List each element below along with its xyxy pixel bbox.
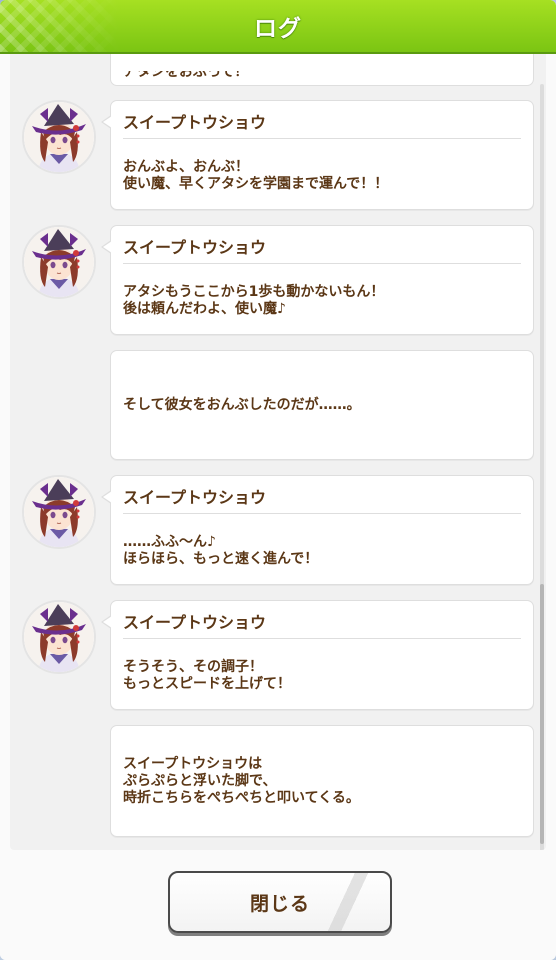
speech-bubble: スイープトウショウ おんぶよ、おんぶ！ 使い魔、早くアタシを学園まで運んで！！ (101, 100, 534, 210)
speaker-avatar (22, 475, 96, 549)
log-entry: スイープトウショウは ぷらぷらと浮いた脚で、 時折こちらをぺちぺちと叩いてくる。 (10, 717, 540, 839)
speaker-name: スイープトウショウ (123, 113, 267, 132)
speech-bubble: スイープトウショウ ……ふふ～ん♪ ほらほら、もっと速く進んで！ (101, 475, 534, 585)
character-portrait-icon (24, 602, 94, 672)
speaker-avatar (22, 225, 96, 299)
partial-log-entry: アタシをおぶって！ (110, 54, 534, 86)
log-list[interactable]: アタシをおぶって！ スイープトウショウ おんぶよ、おんぶ！ 使い魔、早くアタシを… (10, 54, 546, 850)
dialog-header: ログ (0, 0, 556, 54)
speaker-name: スイープトウショウ (123, 613, 267, 632)
bubble-divider (123, 638, 521, 639)
bubble-divider (123, 263, 521, 264)
dialogue-text: ……ふふ～ん♪ ほらほら、もっと速く進んで！ (123, 534, 319, 567)
dialogue-text: おんぶよ、おんぶ！ 使い魔、早くアタシを学園まで運んで！！ (123, 159, 389, 192)
log-entry: そして彼女をおんぶしたのだが……。 (10, 342, 540, 460)
character-portrait-icon (24, 102, 94, 172)
log-entry: スイープトウショウ そうそう、その調子！ もっとスピードを上げて！ (10, 592, 540, 710)
log-entry: スイープトウショウ おんぶよ、おんぶ！ 使い魔、早くアタシを学園まで運んで！！ (10, 92, 540, 210)
narration-bubble: スイープトウショウは ぷらぷらと浮いた脚で、 時折こちらをぺちぺちと叩いてくる。 (110, 725, 534, 837)
log-dialog: ログ アタシをおぶって！ スイープトウショウ おんぶよ、おんぶ！ 使い魔、早くア… (0, 0, 556, 960)
bubble-divider (123, 138, 521, 139)
narration-text: スイープトウショウは ぷらぷらと浮いた脚で、 時折こちらをぺちぺちと叩いてくる。 (123, 755, 360, 806)
character-portrait-icon (24, 477, 94, 547)
header-pattern (0, 0, 120, 52)
scrollbar-thumb[interactable] (540, 584, 544, 844)
speaker-name: スイープトウショウ (123, 238, 267, 257)
log-entry: スイープトウショウ アタシもうここから1歩も動かないもん！ 後は頼んだわよ、使い… (10, 217, 540, 335)
narration-bubble: そして彼女をおんぶしたのだが……。 (110, 350, 534, 460)
speaker-name: スイープトウショウ (123, 488, 267, 507)
character-portrait-icon (24, 227, 94, 297)
partial-entry-text: アタシをおぶって！ (123, 64, 249, 80)
bubble-divider (123, 513, 521, 514)
speaker-avatar (22, 100, 96, 174)
close-button-label: 閉じる (249, 892, 310, 915)
log-entry: スイープトウショウ ……ふふ～ん♪ ほらほら、もっと速く進んで！ (10, 467, 540, 585)
dialogue-text: そうそう、その調子！ もっとスピードを上げて！ (123, 659, 291, 692)
speech-bubble: スイープトウショウ そうそう、その調子！ もっとスピードを上げて！ (101, 600, 534, 710)
close-button[interactable]: 閉じる (168, 871, 392, 933)
narration-text: そして彼女をおんぶしたのだが……。 (123, 396, 361, 413)
speech-bubble: スイープトウショウ アタシもうここから1歩も動かないもん！ 後は頼んだわよ、使い… (101, 225, 534, 335)
dialogue-text: アタシもうここから1歩も動かないもん！ 後は頼んだわよ、使い魔♪ (123, 284, 385, 317)
speaker-avatar (22, 600, 96, 674)
dialog-title: ログ (254, 16, 302, 42)
